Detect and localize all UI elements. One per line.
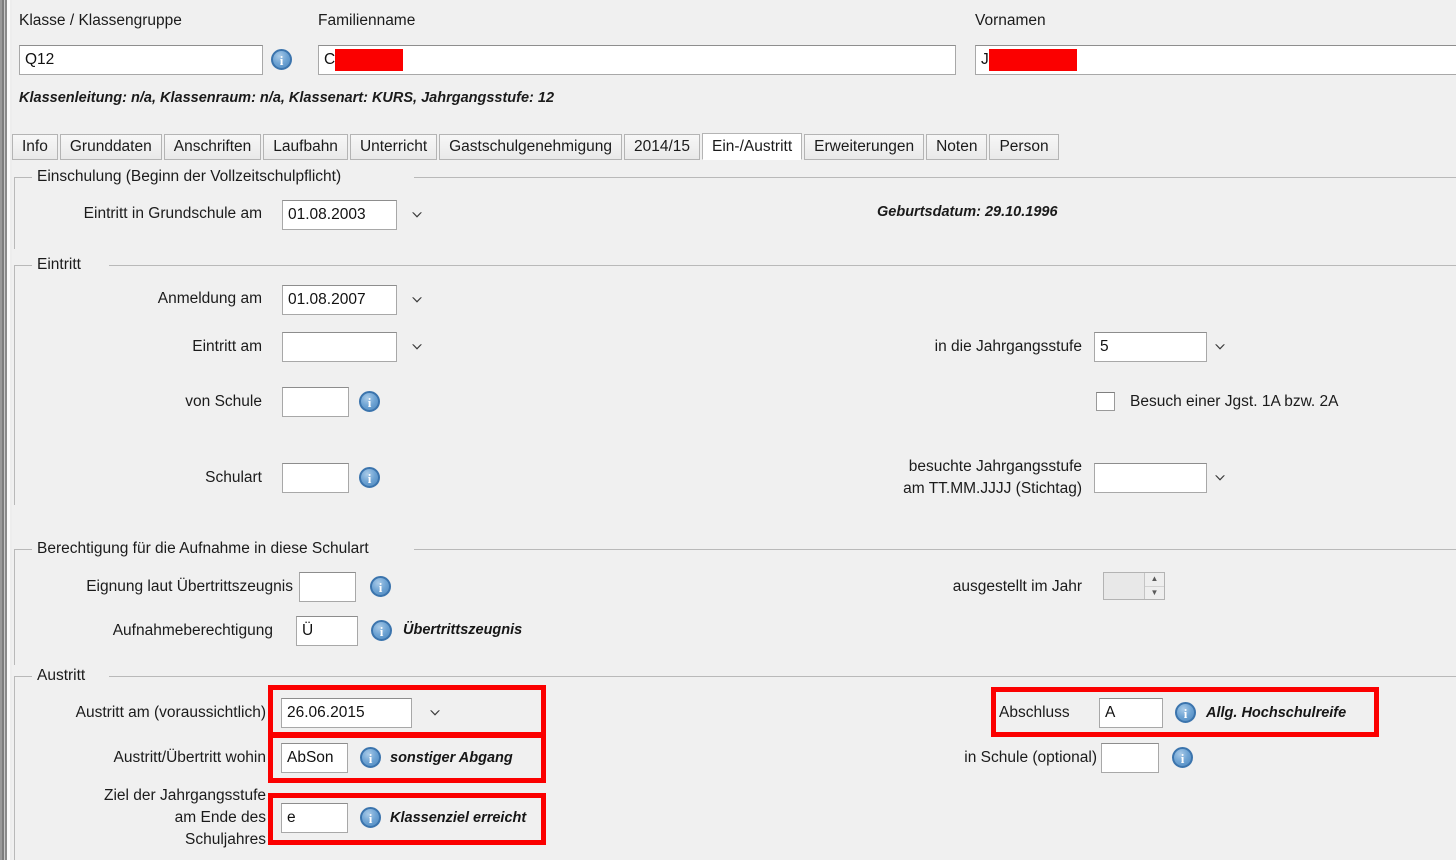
ausgestellt-jahr-spinner[interactable]: ▲ ▼ bbox=[1103, 572, 1165, 600]
spinner-down-icon[interactable]: ▼ bbox=[1145, 587, 1164, 600]
schulart-info-icon[interactable] bbox=[359, 467, 380, 488]
in-die-jahrgangsstufe-label: in die Jahrgangsstufe bbox=[934, 338, 1082, 355]
austritt-am-chevron-down-icon[interactable] bbox=[427, 705, 443, 721]
application-window: Klasse / Klassengruppe Q12 Familienname … bbox=[0, 0, 1456, 860]
group-berechtigung: Berechtigung für die Aufnahme in diese S… bbox=[14, 540, 1456, 665]
firstname-label: Vornamen bbox=[975, 12, 1046, 29]
in-die-jahrgangsstufe-value: 5 bbox=[1100, 338, 1109, 355]
group-eintritt-legend: Eintritt bbox=[32, 256, 86, 274]
in-schule-input[interactable] bbox=[1101, 743, 1159, 773]
austritt-am-input[interactable]: 26.06.2015 bbox=[281, 698, 412, 728]
besuch-jgst-label: Besuch einer Jgst. 1A bzw. 2A bbox=[1130, 393, 1339, 410]
grundschule-date-input[interactable]: 01.08.2003 bbox=[282, 200, 397, 230]
eintritt-am-chevron-down-icon[interactable] bbox=[409, 339, 425, 355]
anmeldung-date-value: 01.08.2007 bbox=[288, 291, 366, 308]
birthdate-text: Geburtsdatum: 29.10.1996 bbox=[877, 204, 1058, 220]
firstname-input[interactable]: J bbox=[975, 45, 1456, 75]
besuchte-jahrgangsstufe-label-line1: besuchte Jahrgangsstufe bbox=[908, 458, 1082, 475]
group-einschulung-legend: Einschulung (Beginn der Vollzeitschulpfl… bbox=[32, 168, 347, 186]
besuchte-jahrgangsstufe-label-line2: am TT.MM.JJJJ (Stichtag) bbox=[903, 480, 1082, 497]
tab-unterricht[interactable]: Unterricht bbox=[349, 134, 438, 160]
tab-ein-austritt[interactable]: Ein-/Austritt bbox=[702, 133, 803, 160]
tab-gastschulgenehmigung[interactable]: Gastschulgenehmigung bbox=[439, 134, 622, 160]
eignung-input[interactable] bbox=[299, 572, 356, 602]
firstname-input-value: J bbox=[981, 51, 989, 68]
grundschule-label: Eintritt in Grundschule am bbox=[83, 205, 262, 222]
aufnahmeberechtigung-value: Ü bbox=[302, 622, 314, 639]
ziel-jahrgangsstufe-label-line1: Ziel der Jahrgangsstufe bbox=[104, 787, 266, 804]
von-schule-input[interactable] bbox=[282, 387, 349, 417]
class-details-line: Klassenleitung: n/a, Klassenraum: n/a, K… bbox=[19, 90, 555, 106]
anmeldung-label: Anmeldung am bbox=[157, 290, 262, 307]
abschluss-input[interactable]: A bbox=[1099, 698, 1163, 728]
jahrgangsstufe-chevron-down-icon[interactable] bbox=[1212, 339, 1228, 355]
class-input-value: Q12 bbox=[25, 51, 55, 68]
tab-person[interactable]: Person bbox=[989, 134, 1059, 160]
anmeldung-chevron-down-icon[interactable] bbox=[409, 292, 425, 308]
class-input[interactable]: Q12 bbox=[19, 45, 263, 75]
von-schule-info-icon[interactable] bbox=[359, 391, 380, 412]
von-schule-label: von Schule bbox=[185, 393, 262, 410]
austritt-am-value: 26.06.2015 bbox=[287, 704, 365, 721]
ausgestellt-jahr-spinner-buttons: ▲ ▼ bbox=[1144, 573, 1164, 599]
tab-bar: Info Grunddaten Anschriften Laufbahn Unt… bbox=[12, 133, 1061, 160]
window-left-edge bbox=[0, 0, 12, 860]
schulart-label: Schulart bbox=[205, 469, 262, 486]
spinner-up-icon[interactable]: ▲ bbox=[1145, 573, 1164, 587]
austritt-wohin-input[interactable]: AbSon bbox=[281, 743, 348, 773]
austritt-wohin-info-icon[interactable] bbox=[360, 747, 381, 768]
ziel-jahrgangsstufe-value: e bbox=[287, 809, 296, 826]
ziel-jahrgangsstufe-label-line2: am Ende des bbox=[174, 809, 266, 826]
grundschule-date-value: 01.08.2003 bbox=[288, 206, 366, 223]
group-berechtigung-legend: Berechtigung für die Aufnahme in diese S… bbox=[32, 540, 374, 558]
ziel-jahrgangsstufe-hint: Klassenziel erreicht bbox=[390, 810, 527, 826]
besuch-jgst-checkbox[interactable] bbox=[1096, 392, 1115, 411]
tab-info[interactable]: Info bbox=[12, 134, 58, 160]
aufnahmeberechtigung-hint: Übertrittszeugnis bbox=[403, 622, 523, 638]
austritt-wohin-label: Austritt/Übertritt wohin bbox=[113, 749, 266, 766]
grundschule-chevron-down-icon[interactable] bbox=[409, 207, 425, 223]
group-austritt-legend: Austritt bbox=[32, 667, 91, 685]
anmeldung-date-input[interactable]: 01.08.2007 bbox=[282, 285, 397, 315]
aufnahmeberechtigung-label: Aufnahmeberechtigung bbox=[112, 622, 273, 639]
ziel-jahrgangsstufe-info-icon[interactable] bbox=[360, 807, 381, 828]
firstname-redaction bbox=[988, 49, 1077, 71]
besuchte-jahrgangsstufe-input[interactable] bbox=[1094, 463, 1207, 493]
austritt-wohin-value: AbSon bbox=[287, 749, 334, 766]
abschluss-hint: Allg. Hochschulreife bbox=[1206, 705, 1347, 721]
tab-erweiterungen[interactable]: Erweiterungen bbox=[804, 134, 925, 160]
class-label: Klasse / Klassengruppe bbox=[19, 12, 182, 29]
besuchte-jahrgangsstufe-chevron-down-icon[interactable] bbox=[1212, 470, 1228, 486]
tab-anschriften[interactable]: Anschriften bbox=[163, 134, 262, 160]
aufnahmeberechtigung-info-icon[interactable] bbox=[371, 620, 392, 641]
austritt-am-label: Austritt am (voraussichtlich) bbox=[75, 704, 266, 721]
lastname-label: Familienname bbox=[318, 12, 416, 29]
lastname-redaction bbox=[335, 49, 404, 71]
schulart-input[interactable] bbox=[282, 463, 349, 493]
lastname-input-value: C bbox=[324, 51, 336, 68]
class-info-icon[interactable] bbox=[271, 49, 292, 70]
eignung-label: Eignung laut Übertrittszeugnis bbox=[86, 578, 293, 595]
abschluss-info-icon[interactable] bbox=[1175, 702, 1196, 723]
eintritt-am-label: Eintritt am bbox=[192, 338, 262, 355]
ziel-jahrgangsstufe-input[interactable]: e bbox=[281, 803, 348, 833]
austritt-wohin-hint: sonstiger Abgang bbox=[390, 750, 513, 766]
ziel-jahrgangsstufe-label-line3: Schuljahres bbox=[185, 831, 266, 848]
tab-laufbahn[interactable]: Laufbahn bbox=[263, 134, 348, 160]
tab-noten[interactable]: Noten bbox=[926, 134, 988, 160]
lastname-input[interactable]: C bbox=[318, 45, 956, 75]
eintritt-am-input[interactable] bbox=[282, 332, 397, 362]
in-schule-info-icon[interactable] bbox=[1172, 747, 1193, 768]
in-die-jahrgangsstufe-input[interactable]: 5 bbox=[1094, 332, 1207, 362]
aufnahmeberechtigung-input[interactable]: Ü bbox=[296, 616, 358, 646]
tab-2014-15[interactable]: 2014/15 bbox=[623, 134, 701, 160]
abschluss-value: A bbox=[1105, 704, 1116, 721]
ausgestellt-jahr-value[interactable] bbox=[1104, 573, 1144, 599]
in-schule-label: in Schule (optional) bbox=[964, 749, 1097, 766]
ausgestellt-jahr-label: ausgestellt im Jahr bbox=[952, 578, 1082, 595]
eignung-info-icon[interactable] bbox=[370, 576, 391, 597]
tab-grunddaten[interactable]: Grunddaten bbox=[59, 134, 162, 160]
